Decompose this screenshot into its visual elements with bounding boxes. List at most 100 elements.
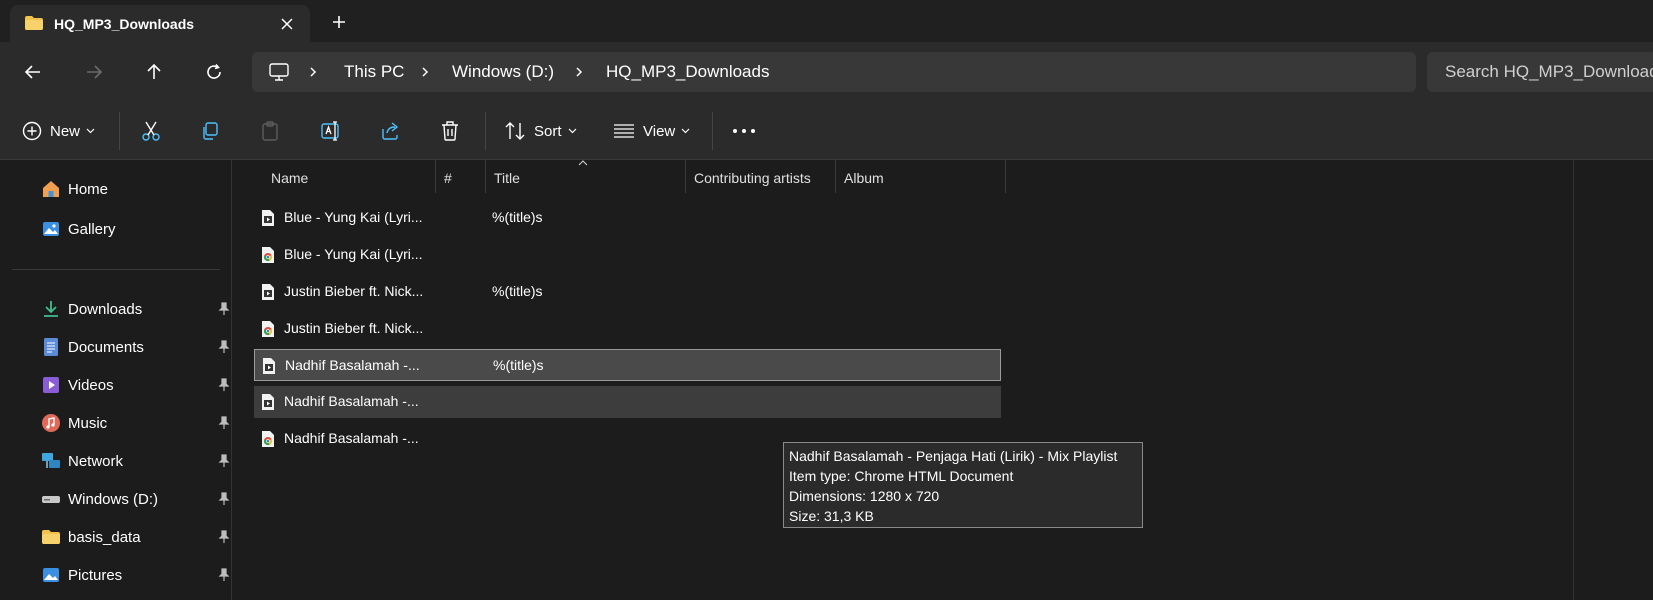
column-header-number[interactable]: # (436, 160, 486, 193)
file-name: Nadhif Basalamah -... (284, 430, 419, 446)
tooltip-item-type: Item type: Chrome HTML Document (789, 468, 1014, 484)
video-file-icon (261, 209, 275, 227)
this-pc-icon (268, 62, 290, 82)
toolbar-divider (485, 112, 486, 150)
cut-button[interactable] (141, 114, 161, 148)
view-button[interactable]: View (613, 114, 690, 148)
pin-icon[interactable] (218, 530, 230, 544)
sidebar-item-network[interactable]: Network (40, 446, 230, 476)
sidebar-item-home[interactable]: Home (40, 174, 230, 204)
navigation-bar: This PC Windows (D:) HQ_MP3_Downloads Se… (0, 42, 1653, 102)
column-header-name[interactable]: Name (263, 160, 436, 193)
column-header-album[interactable]: Album (836, 160, 1006, 193)
tab-hq-mp3-downloads[interactable]: HQ_MP3_Downloads (10, 5, 310, 42)
sidebar-label: Network (68, 452, 124, 470)
sidebar-item-pictures[interactable]: Pictures (40, 560, 230, 590)
file-row[interactable]: Blue - Yung Kai (Lyri... (254, 239, 1001, 271)
pin-icon[interactable] (218, 340, 230, 354)
copy-button[interactable] (200, 114, 220, 148)
navigation-pane: Home Gallery Downloads Documents Videos (0, 160, 232, 600)
close-icon[interactable] (274, 11, 300, 37)
file-row[interactable]: Justin Bieber ft. Nick... (254, 313, 1001, 345)
gallery-icon (40, 218, 62, 240)
chevron-right-icon[interactable] (420, 66, 430, 78)
sort-button[interactable]: Sort (504, 114, 577, 148)
download-icon (40, 298, 62, 320)
view-label: View (643, 122, 676, 140)
network-icon (40, 450, 62, 472)
delete-button[interactable] (440, 114, 460, 148)
back-button[interactable] (17, 56, 49, 88)
trash-icon (442, 121, 458, 141)
sidebar-label: Music (68, 414, 108, 432)
rename-button[interactable] (320, 114, 342, 148)
pin-icon[interactable] (218, 568, 230, 582)
sidebar-item-gallery[interactable]: Gallery (40, 214, 230, 244)
sidebar-label: Home (68, 180, 109, 198)
chevron-down-icon (681, 128, 690, 134)
scissors-icon (142, 121, 160, 141)
sidebar-item-basis-data[interactable]: basis_data (40, 522, 230, 552)
breadcrumb-windows-d[interactable]: Windows (D:) (452, 62, 554, 82)
folder-icon (24, 15, 44, 31)
chevron-down-icon (86, 128, 95, 134)
videos-icon (40, 374, 62, 396)
file-row[interactable]: Justin Bieber ft. Nick... %(title)s (254, 276, 1001, 308)
file-row-selected[interactable]: Nadhif Basalamah -... %(title)s (254, 349, 1001, 381)
sidebar-item-downloads[interactable]: Downloads (40, 294, 230, 324)
new-tab-button[interactable] (325, 8, 353, 36)
tooltip-filename: Nadhif Basalamah - Penjaga Hati (Lirik) … (789, 448, 1118, 464)
more-icon (733, 129, 755, 133)
view-icon (614, 124, 634, 138)
pin-icon[interactable] (218, 454, 230, 468)
paste-icon (262, 121, 278, 141)
file-title: %(title)s (492, 209, 543, 225)
file-name: Nadhif Basalamah -... (285, 357, 420, 373)
file-row-hover[interactable]: Nadhif Basalamah -... (254, 386, 1001, 418)
home-icon (40, 178, 62, 200)
new-label: New (50, 122, 81, 140)
breadcrumb-this-pc[interactable]: This PC (344, 62, 404, 82)
address-bar[interactable]: This PC Windows (D:) HQ_MP3_Downloads (252, 52, 1416, 92)
chevron-right-icon[interactable] (308, 66, 318, 78)
column-header-contributing-artists[interactable]: Contributing artists (686, 160, 836, 193)
search-input[interactable]: Search HQ_MP3_Downloads (1427, 52, 1653, 92)
see-more-button[interactable] (732, 114, 756, 148)
pin-icon[interactable] (218, 492, 230, 506)
file-name: Blue - Yung Kai (Lyri... (284, 246, 423, 262)
pin-icon[interactable] (218, 416, 230, 430)
video-file-icon (262, 357, 276, 375)
forward-button[interactable] (78, 56, 110, 88)
breadcrumb-hq-mp3-downloads[interactable]: HQ_MP3_Downloads (606, 62, 769, 82)
refresh-button[interactable] (198, 56, 230, 88)
sort-label: Sort (534, 122, 562, 140)
folder-icon (40, 526, 62, 548)
sidebar-label: Documents (68, 338, 144, 356)
copy-icon (203, 122, 218, 140)
file-name: Blue - Yung Kai (Lyri... (284, 209, 423, 225)
rename-icon (321, 121, 339, 141)
pin-icon[interactable] (218, 302, 230, 316)
up-button[interactable] (138, 56, 170, 88)
column-header-title[interactable]: Title (486, 160, 686, 193)
file-row[interactable]: Blue - Yung Kai (Lyri... %(title)s (254, 202, 1001, 234)
file-name: Nadhif Basalamah -... (284, 393, 419, 409)
sidebar-item-documents[interactable]: Documents (40, 332, 230, 362)
toolbar-divider (119, 112, 120, 150)
details-pane (1573, 160, 1653, 600)
search-placeholder: Search HQ_MP3_Downloads (1445, 62, 1653, 81)
sidebar-item-windows-d[interactable]: Windows (D:) (40, 484, 230, 514)
sidebar-item-videos[interactable]: Videos (40, 370, 230, 400)
music-icon (40, 412, 62, 434)
sidebar-label: Videos (68, 376, 114, 394)
share-button[interactable] (380, 114, 402, 148)
file-name: Justin Bieber ft. Nick... (284, 283, 424, 299)
toolbar-divider (712, 112, 713, 150)
sidebar-item-music[interactable]: Music (40, 408, 230, 438)
paste-button[interactable] (260, 114, 280, 148)
chevron-right-icon[interactable] (574, 66, 584, 78)
drive-icon (40, 488, 62, 510)
new-button[interactable]: New (22, 114, 95, 148)
sidebar-label: Gallery (68, 220, 116, 238)
pin-icon[interactable] (218, 378, 230, 392)
